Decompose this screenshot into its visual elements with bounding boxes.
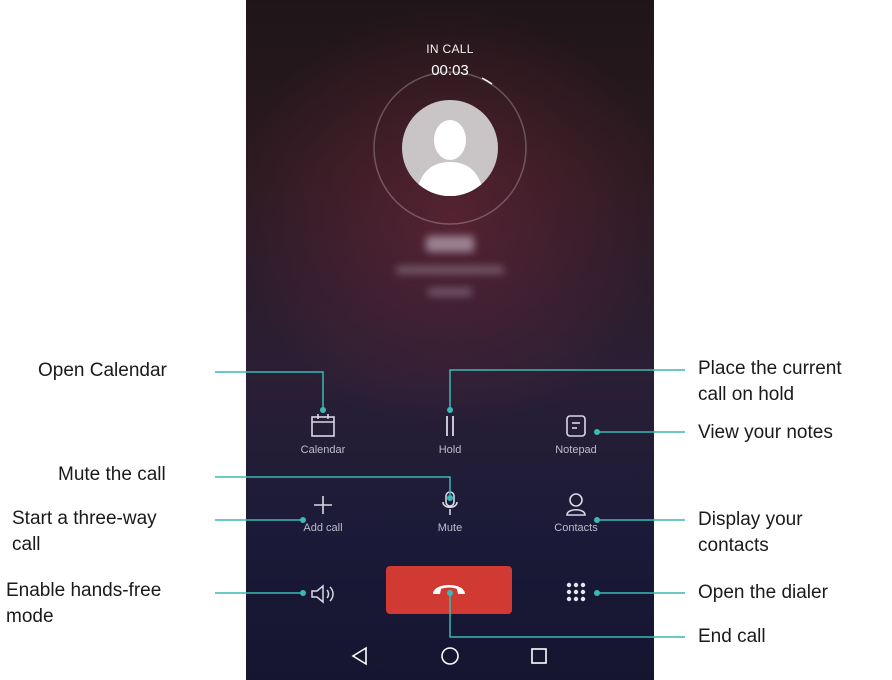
leader-hold (449, 369, 685, 409)
callout-contacts: Display your contacts (698, 509, 803, 556)
leader-end-call (449, 593, 685, 638)
callout-dialer: Open the dialer (698, 582, 828, 603)
callout-hold: Place the current call on hold (698, 358, 842, 405)
callout-open-calendar: Open Calendar (38, 360, 167, 381)
callout-mute: Mute the call (58, 464, 166, 485)
callout-hands-free: Enable hands-free mode (6, 580, 162, 627)
callout-end-call: End call (698, 626, 766, 647)
leader-mute (215, 476, 451, 497)
callout-notes: View your notes (698, 422, 833, 443)
leader-open-calendar (215, 371, 324, 409)
callout-three-way: Start a three-way call (12, 508, 157, 555)
